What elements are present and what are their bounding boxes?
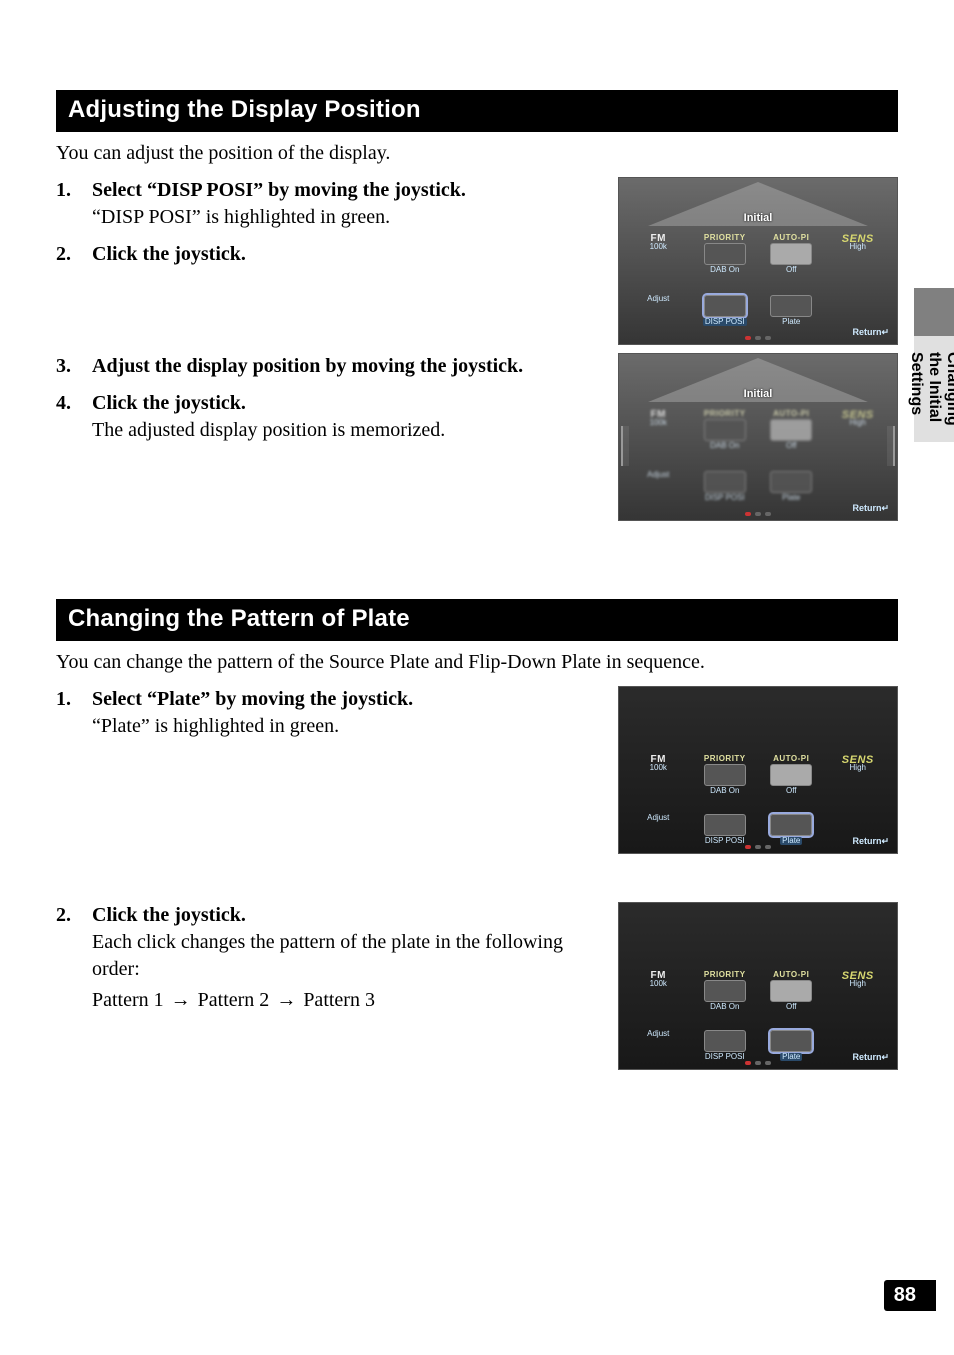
thumb-fm-bottom: 100k — [650, 419, 667, 427]
step-title: Adjust the display position by moving th… — [92, 355, 523, 377]
thumb-priority-top: PRIORITY — [704, 234, 746, 242]
thumb-fm-top: FM — [651, 410, 666, 418]
thumb-priority-bottom: DAB On — [710, 266, 739, 274]
list-item: 2. Click the joystick. Each click change… — [56, 902, 604, 1014]
step-number: 2. — [56, 241, 80, 268]
section2-heading: Changing the Pattern of Plate — [56, 599, 898, 641]
thumb-adjust: Adjust — [647, 1030, 669, 1038]
thumb-priority-bottom: DAB On — [710, 787, 739, 795]
thumb-initial-label: Initial — [744, 388, 773, 400]
thumb-priority-top: PRIORITY — [704, 755, 746, 763]
section2-intro: You can change the pattern of the Source… — [56, 649, 898, 676]
screenshot-disp-posi-initial: Initial FM100k PRIORITY DAB On AUTO-PI Off… — [618, 177, 898, 345]
screenshot-plate-selected: FM100k PRIORITY DAB On AUTO-PI Off SENSHig… — [618, 686, 898, 854]
thumb-plate: Plate — [782, 318, 800, 326]
thumb-adjust: Adjust — [647, 295, 669, 303]
section1-steps-3-4: 3. Adjust the display position by moving… — [56, 353, 604, 444]
thumb-fm-top: FM — [651, 755, 666, 763]
thumb-sens-bottom: High — [850, 980, 866, 988]
step-number: 3. — [56, 353, 80, 380]
step-number: 2. — [56, 902, 80, 1014]
thumb-disp-posi: DISP POSI — [705, 837, 745, 845]
pattern-sequence: Pattern 1 → Pattern 2 → Pattern 3 — [92, 987, 604, 1014]
section1-intro: You can adjust the position of the displ… — [56, 140, 898, 167]
step-title: Click the joystick. — [92, 392, 246, 414]
thumb-return: Return↵ — [852, 327, 889, 338]
section1-steps-1-2: 1. Select “DISP POSI” by moving the joys… — [56, 177, 604, 268]
list-item: 1. Select “Plate” by moving the joystick… — [56, 686, 604, 740]
thumb-disp-posi: DISP POSI — [705, 1053, 745, 1061]
side-tab-label: Changing the Initial Settings — [914, 336, 954, 442]
thumb-fm-top: FM — [651, 971, 666, 979]
thumb-sens-bottom: High — [850, 419, 866, 427]
list-item: 3. Adjust the display position by moving… — [56, 353, 604, 380]
thumb-priority-bottom: DAB On — [710, 442, 739, 450]
thumb-priority-bottom: DAB On — [710, 1003, 739, 1011]
thumb-fm-bottom: 100k — [650, 980, 667, 988]
thumb-sens-top: SENS — [842, 971, 874, 979]
page-number: 88 — [884, 1280, 926, 1311]
thumb-return: Return↵ — [852, 1052, 889, 1063]
arrow-right-icon: → — [276, 987, 296, 1014]
step-number: 1. — [56, 686, 80, 740]
step-title: Click the joystick. — [92, 904, 246, 926]
thumb-sens-bottom: High — [850, 764, 866, 772]
thumb-fm-bottom: 100k — [650, 243, 667, 251]
thumb-autopi-top: AUTO-PI — [773, 971, 809, 979]
section2-step-2: 2. Click the joystick. Each click change… — [56, 902, 604, 1014]
thumb-return: Return↵ — [852, 836, 889, 847]
screenshot-disp-posi-adjusting: Initial FM100k PRIORITY DAB On AUTO-PI Off… — [618, 353, 898, 521]
side-tab-dark — [914, 288, 954, 336]
list-item: 4. Click the joystick. The adjusted disp… — [56, 390, 604, 444]
thumb-autopi-bottom: Off — [786, 442, 797, 450]
thumb-plate: Plate — [782, 494, 800, 502]
step-title: Click the joystick. — [92, 243, 246, 265]
thumb-fm-bottom: 100k — [650, 764, 667, 772]
arrow-right-icon: → — [171, 987, 191, 1014]
step-title: Select “Plate” by moving the joystick. — [92, 688, 413, 710]
step-note: “DISP POSI” is highlighted in green. — [92, 206, 390, 228]
thumb-plate: Plate — [780, 1053, 802, 1061]
section1-heading: Adjusting the Display Position — [56, 90, 898, 132]
thumb-autopi-bottom: Off — [786, 1003, 797, 1011]
thumb-autopi-top: AUTO-PI — [773, 234, 809, 242]
step-number: 1. — [56, 177, 80, 231]
seq-item: Pattern 3 — [303, 989, 375, 1011]
thumb-autopi-top: AUTO-PI — [773, 755, 809, 763]
thumb-priority-top: PRIORITY — [704, 410, 746, 418]
step-note: “Plate” is highlighted in green. — [92, 715, 339, 737]
thumb-autopi-bottom: Off — [786, 787, 797, 795]
step-number: 4. — [56, 390, 80, 444]
step-note: The adjusted display position is memoriz… — [92, 419, 445, 441]
screenshot-plate-pattern: FM100k PRIORITY DAB On AUTO-PI Off SENSHig… — [618, 902, 898, 1070]
step-title: Select “DISP POSI” by moving the joystic… — [92, 179, 466, 201]
thumb-sens-top: SENS — [842, 755, 874, 763]
step-note: Each click changes the pattern of the pl… — [92, 931, 563, 980]
side-tab: Changing the Initial Settings — [914, 288, 954, 442]
thumb-disp-posi: DISP POSI — [703, 318, 747, 326]
thumb-adjust: Adjust — [647, 814, 669, 822]
thumb-autopi-top: AUTO-PI — [773, 410, 809, 418]
seq-item: Pattern 1 — [92, 989, 164, 1011]
thumb-initial-label: Initial — [744, 212, 773, 224]
thumb-sens-bottom: High — [850, 243, 866, 251]
page-content: Adjusting the Display Position You can a… — [0, 0, 954, 1070]
thumb-sens-top: SENS — [842, 410, 874, 418]
section2-step-1: 1. Select “Plate” by moving the joystick… — [56, 686, 604, 740]
thumb-priority-top: PRIORITY — [704, 971, 746, 979]
thumb-disp-posi: DISP POSI — [705, 494, 745, 502]
thumb-autopi-bottom: Off — [786, 266, 797, 274]
thumb-return: Return↵ — [852, 503, 889, 514]
list-item: 1. Select “DISP POSI” by moving the joys… — [56, 177, 604, 231]
seq-item: Pattern 2 — [198, 989, 270, 1011]
thumb-fm-top: FM — [651, 234, 666, 242]
thumb-sens-top: SENS — [842, 234, 874, 242]
list-item: 2. Click the joystick. — [56, 241, 604, 268]
thumb-plate: Plate — [780, 837, 802, 845]
thumb-adjust: Adjust — [647, 471, 669, 479]
